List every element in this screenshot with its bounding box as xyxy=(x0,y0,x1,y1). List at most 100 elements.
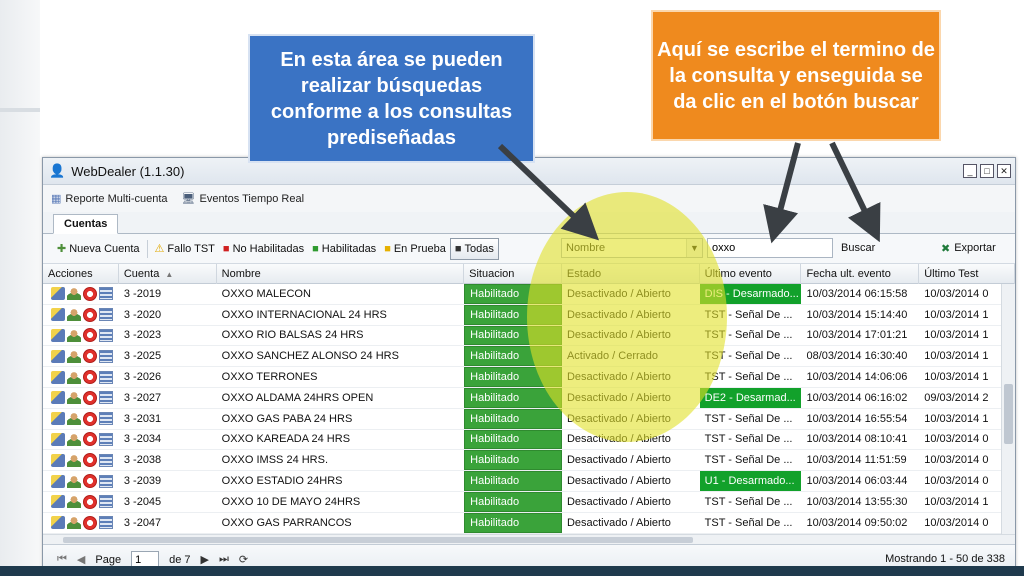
user-status-icon[interactable] xyxy=(67,432,81,446)
user-status-icon[interactable] xyxy=(67,453,81,467)
user-status-icon[interactable] xyxy=(67,370,81,384)
cell-nombre: OXXO GAS PARRANCOS xyxy=(221,516,352,529)
cell-cuenta: 3 -2026 xyxy=(123,371,162,384)
next-page-icon[interactable]: ▶ xyxy=(201,553,209,566)
table-row[interactable]: 3 -2020 OXXO INTERNACIONAL 24 HRS Habilita… xyxy=(43,304,1015,326)
clock-icon[interactable] xyxy=(83,370,97,385)
user-status-icon[interactable] xyxy=(67,474,81,488)
user-status-icon[interactable] xyxy=(67,328,81,342)
toolbar: ✚ Nueva Cuenta ⚠ Fallo TST ■ No Habilita… xyxy=(43,234,1015,264)
real-time-events-button[interactable]: 🖥 Eventos Tiempo Real xyxy=(182,192,305,206)
document-icon[interactable] xyxy=(99,287,113,301)
horizontal-scrollbar[interactable] xyxy=(43,534,1015,544)
table-row[interactable]: 3 -2031 OXXO GAS PABA 24 HRS Habilitado Des… xyxy=(43,408,1015,430)
table-row[interactable]: 3 -2023 OXXO RIO BALSAS 24 HRS Habilitado D… xyxy=(43,325,1015,347)
edit-icon[interactable] xyxy=(51,287,65,301)
close-button[interactable]: ✕ xyxy=(997,164,1011,178)
edit-icon[interactable] xyxy=(51,370,65,384)
header-acciones[interactable]: Acciones xyxy=(43,264,119,284)
edit-icon[interactable] xyxy=(51,349,65,363)
header-ultimo-test[interactable]: Último Test xyxy=(919,264,1015,284)
cell-ultimo-evento: TST - Señal De ... xyxy=(704,516,793,529)
clock-icon[interactable] xyxy=(83,494,97,509)
edit-icon[interactable] xyxy=(51,474,65,488)
edit-icon[interactable] xyxy=(51,516,65,530)
no-habilitadas-button[interactable]: ■ No Habilitadas xyxy=(219,238,308,260)
edit-icon[interactable] xyxy=(51,432,65,446)
user-status-icon[interactable] xyxy=(67,391,81,405)
edit-icon[interactable] xyxy=(51,495,65,509)
table-row[interactable]: 3 -2039 OXXO ESTADIO 24HRS Habilitado Desac… xyxy=(43,471,1015,492)
document-icon[interactable] xyxy=(99,308,113,322)
user-status-icon[interactable] xyxy=(67,412,81,426)
table-row[interactable]: 3 -2027 OXXO ALDAMA 24HRS OPEN Habilitado D… xyxy=(43,387,1015,409)
table-row[interactable]: 3 -2019 OXXO MALECON Habilitado Desactivado… xyxy=(43,284,1015,305)
fallo-tst-button[interactable]: ⚠ Fallo TST xyxy=(151,238,219,260)
table-row[interactable]: 3 -2034 OXXO KAREADA 24 HRS Habilitado Desa… xyxy=(43,429,1015,451)
table-row[interactable]: 3 -2045 OXXO 10 DE MAYO 24HRS Habilitado De… xyxy=(43,491,1015,513)
header-estado[interactable]: Estado xyxy=(562,264,700,284)
clock-icon[interactable] xyxy=(83,286,97,301)
document-icon[interactable] xyxy=(99,370,113,384)
clock-icon[interactable] xyxy=(83,390,97,405)
refresh-icon[interactable]: ⟳ xyxy=(239,553,248,566)
header-nombre[interactable]: Nombre xyxy=(217,264,465,284)
clock-icon[interactable] xyxy=(83,307,97,322)
cell-estado: Desactivado / Abierto xyxy=(566,391,671,404)
document-icon[interactable] xyxy=(99,495,113,509)
table-row[interactable]: 3 -2038 OXXO IMSS 24 HRS. Habilitado Desact… xyxy=(43,450,1015,472)
minimize-button[interactable]: _ xyxy=(963,164,977,178)
vertical-scrollbar[interactable] xyxy=(1001,284,1015,534)
header-situacion[interactable]: Situacion xyxy=(464,264,562,284)
vertical-scroll-thumb[interactable] xyxy=(1004,384,1013,444)
todas-button[interactable]: ■ Todas xyxy=(449,237,499,260)
table-row[interactable]: 3 -2047 OXXO GAS PARRANCOS Habilitado Desac… xyxy=(43,512,1015,534)
table-row[interactable]: 3 -2025 OXXO SANCHEZ ALONSO 24 HRS Habilit… xyxy=(43,346,1015,368)
tab-cuentas[interactable]: Cuentas xyxy=(53,214,119,234)
chevron-down-icon[interactable]: ▼ xyxy=(686,239,702,257)
edit-icon[interactable] xyxy=(51,453,65,467)
edit-icon[interactable] xyxy=(51,412,65,426)
clock-icon[interactable] xyxy=(83,453,97,468)
document-icon[interactable] xyxy=(99,412,113,426)
clock-icon[interactable] xyxy=(83,328,97,343)
edit-icon[interactable] xyxy=(51,328,65,342)
table-row[interactable]: 3 -2026 OXXO TERRONES Habilitado Desactivad… xyxy=(43,367,1015,388)
search-field-select[interactable]: Nombre ▼ xyxy=(561,238,703,258)
export-button[interactable]: ✖ Exportar xyxy=(941,238,996,258)
user-status-icon[interactable] xyxy=(67,349,81,363)
clock-icon[interactable] xyxy=(83,411,97,426)
user-status-icon[interactable] xyxy=(67,516,81,530)
document-icon[interactable] xyxy=(99,432,113,446)
header-fecha-ult-evento[interactable]: Fecha ult. evento xyxy=(801,264,920,284)
first-page-icon[interactable]: ⏮ xyxy=(57,553,67,566)
last-page-icon[interactable]: ⏭ xyxy=(219,553,229,566)
document-icon[interactable] xyxy=(99,328,113,342)
prev-page-icon[interactable]: ◀ xyxy=(77,553,85,566)
clock-icon[interactable] xyxy=(83,349,97,364)
document-icon[interactable] xyxy=(99,391,113,405)
search-button[interactable]: Buscar xyxy=(841,238,875,258)
user-status-icon[interactable] xyxy=(67,495,81,509)
cell-ultimo-evento: TST - Señal De ... xyxy=(704,308,793,321)
habilitadas-button[interactable]: ■ Habilitadas xyxy=(308,238,380,260)
search-input[interactable] xyxy=(707,238,833,258)
new-account-button[interactable]: ✚ Nueva Cuenta xyxy=(53,238,144,260)
edit-icon[interactable] xyxy=(51,308,65,322)
document-icon[interactable] xyxy=(99,474,113,488)
en-prueba-button[interactable]: ■ En Prueba xyxy=(380,238,450,260)
document-icon[interactable] xyxy=(99,349,113,363)
maximize-button[interactable]: □ xyxy=(980,164,994,178)
multi-account-report-button[interactable]: ▦ Reporte Multi-cuenta xyxy=(51,192,168,206)
document-icon[interactable] xyxy=(99,516,113,530)
header-ultimo-evento[interactable]: Último evento xyxy=(700,264,802,284)
clock-icon[interactable] xyxy=(83,432,97,447)
clock-icon[interactable] xyxy=(83,515,97,530)
edit-icon[interactable] xyxy=(51,391,65,405)
header-cuenta[interactable]: Cuenta ▲ xyxy=(119,264,217,284)
user-status-icon[interactable] xyxy=(67,287,81,301)
user-status-icon[interactable] xyxy=(67,308,81,322)
document-icon[interactable] xyxy=(99,453,113,467)
clock-icon[interactable] xyxy=(83,474,97,489)
horizontal-scroll-thumb[interactable] xyxy=(63,537,693,543)
